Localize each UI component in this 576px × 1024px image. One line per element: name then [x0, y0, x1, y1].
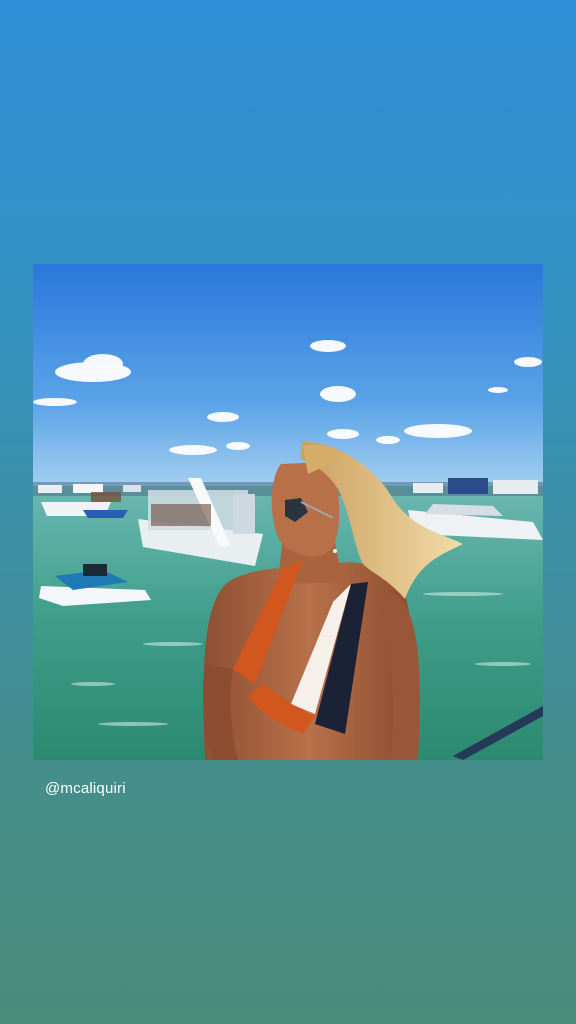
mention-tag[interactable]: @mcaliquiri	[45, 780, 126, 797]
story-photo[interactable]	[33, 264, 543, 760]
photo-scene	[33, 264, 543, 760]
